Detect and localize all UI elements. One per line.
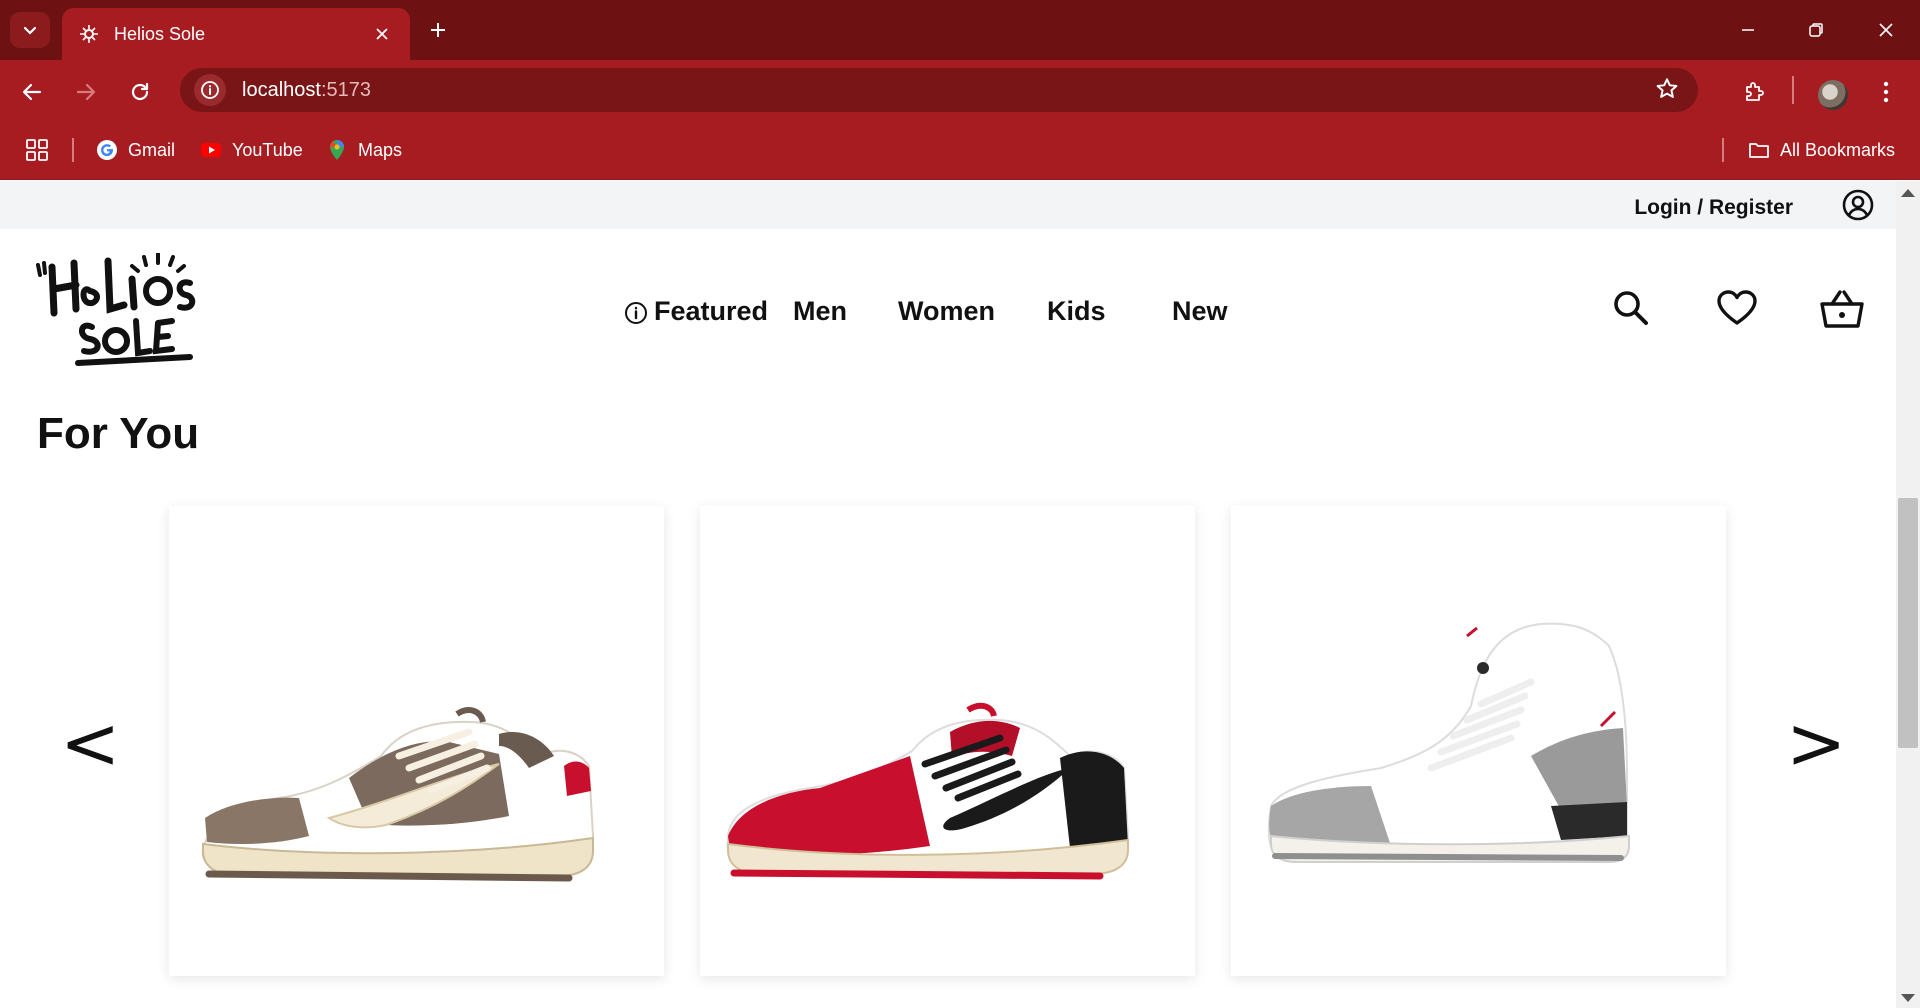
nav-new[interactable]: New xyxy=(1172,296,1228,327)
bookmarks-divider-right xyxy=(1722,138,1724,162)
back-button[interactable] xyxy=(14,74,50,110)
folder-icon xyxy=(1749,143,1769,158)
scrollbar-thumb[interactable] xyxy=(1898,498,1918,748)
nav-men[interactable]: Men xyxy=(793,296,847,327)
heart-icon[interactable] xyxy=(1716,289,1758,327)
address-bar[interactable]: localhost:5173 xyxy=(180,68,1698,112)
more-vertical-icon xyxy=(1883,81,1889,103)
browser-menu-button[interactable] xyxy=(1868,74,1904,110)
tab-search-button[interactable] xyxy=(10,12,50,48)
puzzle-icon xyxy=(1746,82,1764,101)
helios-favicon-icon xyxy=(80,25,98,43)
helios-sole-logo[interactable] xyxy=(34,253,206,371)
all-bookmarks-label: All Bookmarks xyxy=(1780,139,1896,160)
maps-icon xyxy=(329,140,344,160)
bookmarks-divider xyxy=(72,138,74,162)
url-port: :5173 xyxy=(320,78,371,101)
search-icon[interactable] xyxy=(1612,289,1650,327)
bookmark-label: YouTube xyxy=(232,139,303,160)
close-icon xyxy=(1879,23,1893,37)
browser-toolbar: localhost:5173 xyxy=(0,60,1920,120)
close-window-button[interactable] xyxy=(1866,14,1906,46)
bookmark-youtube[interactable]: YouTube xyxy=(200,136,303,164)
basket-icon[interactable] xyxy=(1820,289,1864,329)
product-card[interactable] xyxy=(169,506,664,976)
new-tab-button[interactable] xyxy=(422,16,454,44)
arrow-right-icon xyxy=(76,83,96,101)
gmail-icon xyxy=(97,140,117,160)
tab-title: Helios Sole xyxy=(114,23,206,44)
active-tab[interactable]: Helios Sole xyxy=(62,8,410,60)
product-card[interactable] xyxy=(700,506,1195,976)
url-text[interactable]: localhost:5173 xyxy=(242,79,371,102)
tab-close-icon[interactable] xyxy=(370,22,394,46)
product-image-brown-sneaker xyxy=(201,707,595,882)
bookmark-maps[interactable]: Maps xyxy=(326,136,402,164)
carousel-prev-arrow[interactable]: < xyxy=(60,701,120,785)
product-image-white-cement-sneaker xyxy=(1267,622,1630,863)
restore-button[interactable] xyxy=(1796,14,1836,46)
reload-icon xyxy=(131,82,149,101)
arrow-left-icon xyxy=(22,83,42,101)
bookmark-star-icon[interactable] xyxy=(1654,76,1680,107)
nav-women[interactable]: Women xyxy=(898,296,995,327)
browser-tab-bar: Helios Sole xyxy=(0,0,1920,60)
apps-grid-icon xyxy=(26,139,48,161)
scroll-up-arrow[interactable] xyxy=(1901,189,1915,197)
all-bookmarks-button[interactable]: All Bookmarks xyxy=(1748,136,1895,164)
chevron-down-icon xyxy=(23,26,37,35)
restore-icon xyxy=(1809,23,1823,37)
apps-button[interactable] xyxy=(26,136,48,164)
profile-avatar[interactable] xyxy=(1818,80,1848,110)
utility-bar: Login / Register xyxy=(0,181,1896,229)
web-page: Login / Register Featured Men Women Kids… xyxy=(0,181,1896,1008)
section-title: For You xyxy=(37,409,200,458)
url-host: localhost xyxy=(242,78,321,101)
product-image-red-black-sneaker xyxy=(726,702,1130,880)
youtube-icon xyxy=(201,143,221,157)
user-circle-icon[interactable] xyxy=(1842,189,1874,221)
login-register-link[interactable]: Login / Register xyxy=(1634,196,1793,220)
bookmarks-bar: Gmail YouTube Maps All Bookmarks xyxy=(0,120,1920,180)
nav-kids[interactable]: Kids xyxy=(1047,296,1106,327)
bookmark-gmail[interactable]: Gmail xyxy=(96,136,175,164)
nav-featured[interactable]: Featured xyxy=(654,296,768,327)
carousel-next-arrow[interactable]: > xyxy=(1786,701,1846,785)
site-info-icon[interactable] xyxy=(194,74,226,106)
reload-button[interactable] xyxy=(122,74,158,110)
bookmark-label: Gmail xyxy=(128,139,176,160)
info-icon xyxy=(625,302,647,324)
extensions-button[interactable] xyxy=(1736,74,1772,110)
scroll-down-arrow[interactable] xyxy=(1901,994,1915,1002)
toolbar-divider xyxy=(1792,76,1794,104)
plus-icon xyxy=(431,23,445,37)
minimize-button[interactable] xyxy=(1728,14,1768,46)
product-card[interactable] xyxy=(1231,506,1726,976)
forward-button[interactable] xyxy=(68,74,104,110)
minimize-icon xyxy=(1742,29,1754,31)
bookmark-label: Maps xyxy=(358,139,403,160)
